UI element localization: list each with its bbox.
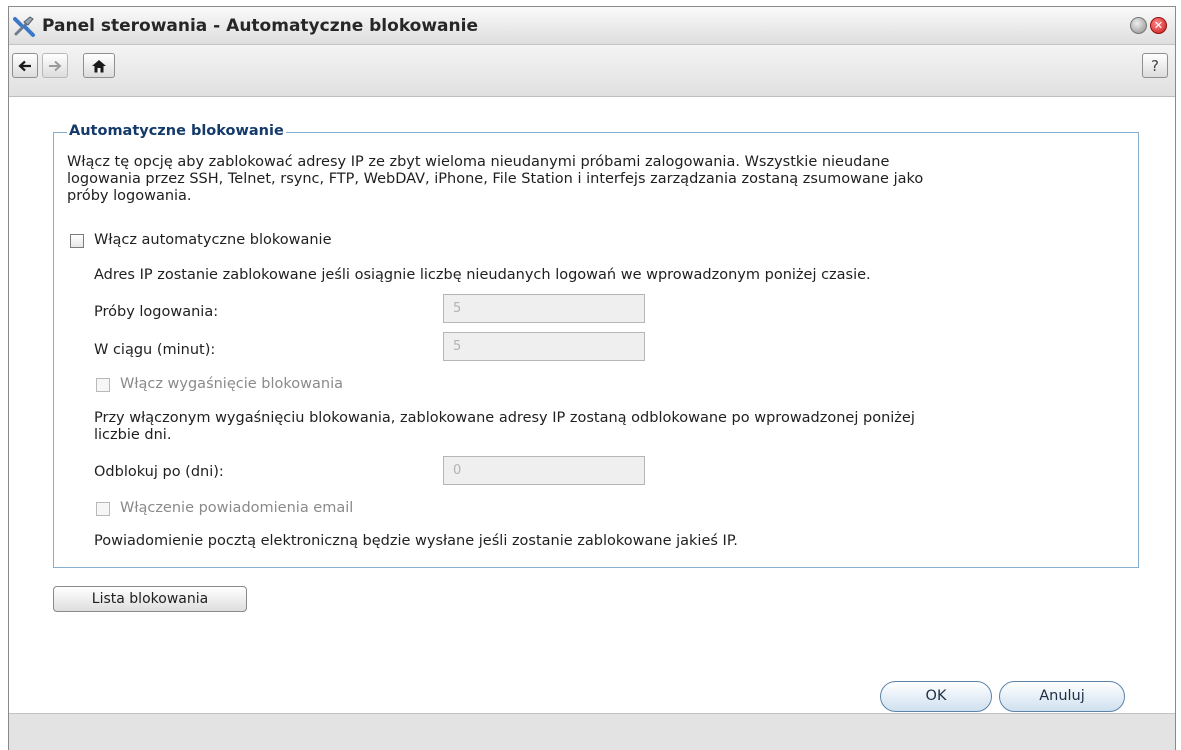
cancel-button[interactable]: Anuluj [999,681,1125,712]
help-button[interactable]: ? [1142,53,1168,78]
title-bar: Panel sterowania - Automatyczne blokowan… [9,7,1175,45]
enable-email-notification-checkbox[interactable] [96,502,110,516]
block-info-text: Adres IP zostanie zablokowane jeśli osią… [94,267,871,283]
unblock-days-field[interactable] [443,456,645,485]
enable-email-notification-label: Włączenie powiadomienia email [120,500,354,516]
control-panel-tools-icon [13,16,35,37]
minimize-button[interactable] [1130,17,1147,34]
expiry-info-line-2: liczbie dni. [94,427,172,443]
unblock-days-label: Odblokuj po (dni): [94,464,224,480]
within-minutes-label: W ciągu (minut): [94,342,216,358]
enable-expiry-label: Włącz wygaśnięcie blokowania [120,376,343,392]
close-icon: ✕ [1153,19,1164,32]
enable-expiry-checkbox[interactable] [96,378,110,392]
expiry-info-line-1: Przy włączonym wygaśnięciu blokowania, z… [94,410,915,426]
arrow-right-icon [49,60,62,71]
enable-auto-block-checkbox[interactable] [70,234,84,248]
email-info-text: Powiadomienie pocztą elektroniczną będzi… [94,533,738,549]
login-attempts-field[interactable] [443,294,645,323]
login-attempts-label: Próby logowania: [94,304,219,320]
block-list-button[interactable]: Lista blokowania [53,586,247,612]
forward-button[interactable] [42,53,68,78]
enable-auto-block-label: Włącz automatyczne blokowanie [94,232,332,248]
content-area: Automatyczne blokowanie Włącz tę opcję a… [9,97,1175,712]
ok-button[interactable]: OK [880,681,992,712]
close-button[interactable]: ✕ [1150,17,1167,34]
home-icon [92,59,106,72]
description-line-1: Włącz tę opcję aby zablokować adresy IP … [67,154,890,170]
home-button[interactable] [83,53,115,78]
toolbar: ? [9,45,1175,97]
description-line-2: logowania przez SSH, Telnet, rsync, FTP,… [67,171,924,187]
window-title: Panel sterowania - Automatyczne blokowan… [42,16,478,36]
arrow-left-icon [18,60,31,71]
fieldset-legend: Automatyczne blokowanie [67,123,286,139]
control-panel-window: Panel sterowania - Automatyczne blokowan… [8,6,1176,750]
within-minutes-field[interactable] [443,332,645,361]
status-bar [9,713,1175,750]
back-button[interactable] [12,53,38,78]
description-line-3: próby logowania. [67,188,192,204]
help-icon: ? [1151,56,1159,75]
